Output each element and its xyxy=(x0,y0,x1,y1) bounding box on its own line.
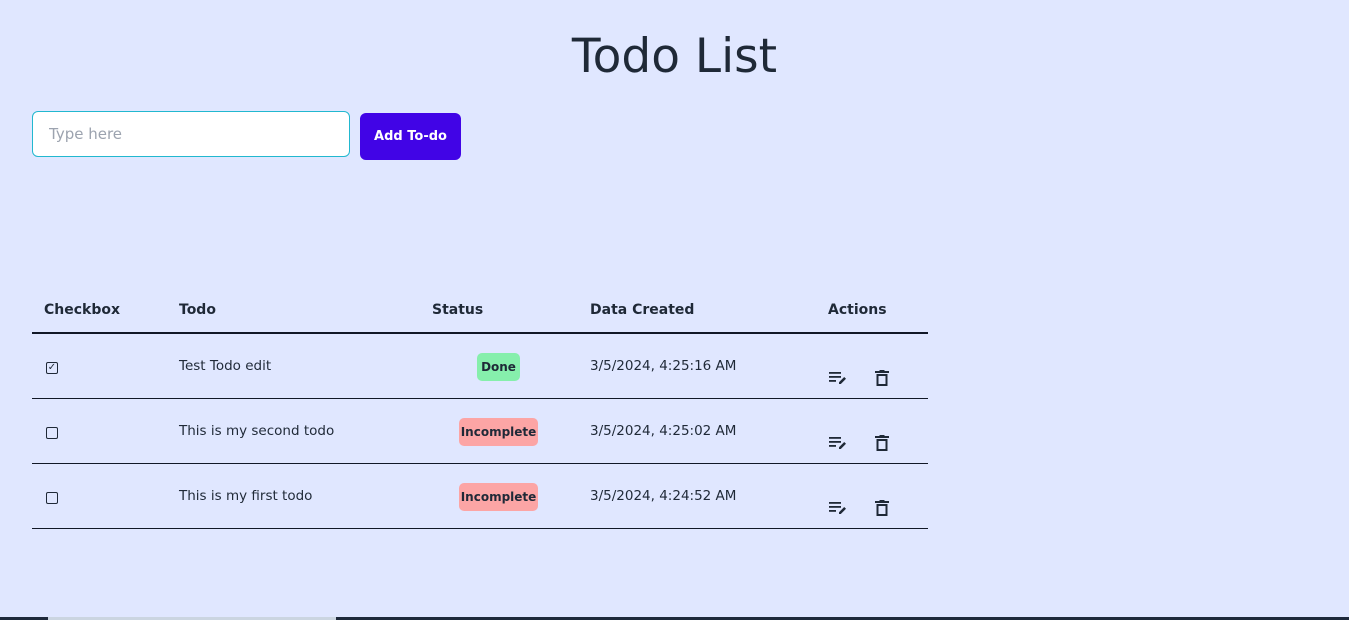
edit-note-icon[interactable] xyxy=(828,498,848,518)
column-header-checkbox: Checkbox xyxy=(44,302,121,318)
trash-icon[interactable] xyxy=(872,368,892,388)
add-todo-button[interactable]: Add To-do xyxy=(360,113,461,160)
edit-note-icon[interactable] xyxy=(828,433,848,453)
todo-text: This is my second todo xyxy=(179,423,335,439)
column-header-actions: Actions xyxy=(828,302,887,318)
created-date: 3/5/2024, 4:24:52 AM xyxy=(590,488,737,504)
todo-table: Checkbox Todo Status Data Created Action… xyxy=(32,292,928,529)
edit-note-icon[interactable] xyxy=(828,368,848,388)
created-date: 3/5/2024, 4:25:16 AM xyxy=(590,358,737,374)
page-title: Todo List xyxy=(571,29,778,84)
row-checkbox[interactable] xyxy=(46,427,58,439)
table-row: This is my first todo Incomplete 3/5/202… xyxy=(32,464,928,529)
table-row: ✓ Test Todo edit Done 3/5/2024, 4:25:16 … xyxy=(32,334,928,399)
row-checkbox[interactable]: ✓ xyxy=(46,362,58,374)
status-badge: Incomplete xyxy=(459,418,538,446)
todo-text: Test Todo edit xyxy=(179,358,272,374)
todo-input[interactable] xyxy=(32,111,350,157)
table-row: This is my second todo Incomplete 3/5/20… xyxy=(32,399,928,464)
trash-icon[interactable] xyxy=(872,498,892,518)
column-header-created: Data Created xyxy=(590,302,695,318)
created-date: 3/5/2024, 4:25:02 AM xyxy=(590,423,737,439)
status-badge: Incomplete xyxy=(459,483,538,511)
table-header: Checkbox Todo Status Data Created Action… xyxy=(32,292,928,334)
todo-text: This is my first todo xyxy=(179,488,313,504)
row-checkbox[interactable] xyxy=(46,492,58,504)
status-badge: Done xyxy=(477,353,520,381)
column-header-status: Status xyxy=(432,302,484,318)
trash-icon[interactable] xyxy=(872,433,892,453)
column-header-todo: Todo xyxy=(179,302,216,318)
